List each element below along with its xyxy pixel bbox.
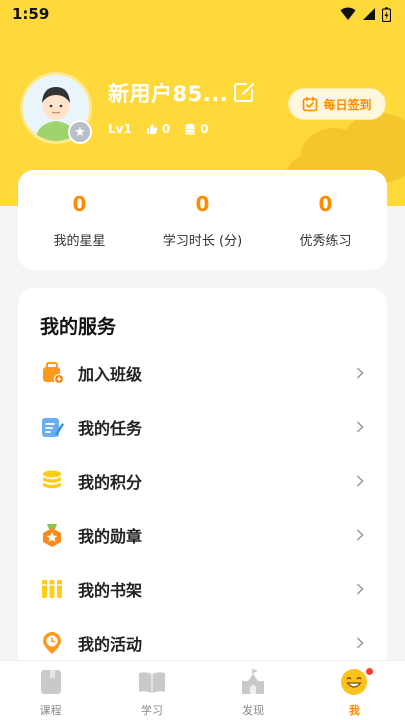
battery-icon [382, 6, 391, 22]
service-item-join-class[interactable]: 加入班级 [18, 346, 387, 400]
service-label: 我的书架 [78, 581, 143, 600]
tab-label: 课程 [39, 704, 62, 717]
signin-label: 每日签到 [323, 97, 372, 112]
tab-discover[interactable]: 发现 [203, 661, 304, 720]
medal-icon [43, 524, 61, 547]
task-icon [42, 418, 64, 437]
chevron-right-icon [356, 583, 364, 595]
stats-card: 0 我的星星 0 学习时长 (分) 0 优秀练习 [18, 170, 387, 270]
service-item-points[interactable]: 我的积分 [18, 454, 387, 508]
service-label: 加入班级 [78, 365, 143, 384]
points-icon [43, 470, 61, 489]
service-item-medals[interactable]: 我的勋章 [18, 508, 387, 562]
bottom-tab-bar: 课程 学习 发现 我 [0, 660, 405, 720]
bookshelf-icon [42, 580, 62, 598]
stat-study-time[interactable]: 0 学习时长 (分) [141, 170, 264, 270]
coin-stack-icon [185, 123, 195, 135]
coins-stat: 0 [184, 122, 209, 136]
stat-stars[interactable]: 0 我的星星 [18, 170, 141, 270]
daily-signin-button[interactable]: 每日签到 [288, 88, 386, 120]
avatar-star-badge: ★ [68, 120, 92, 144]
likes-count: 0 [161, 122, 171, 136]
edit-icon[interactable] [232, 80, 256, 104]
tab-label: 发现 [242, 704, 265, 717]
service-label: 我的勋章 [78, 527, 143, 546]
castle-icon [242, 669, 265, 694]
status-bar: 1:59 [0, 0, 405, 28]
service-label: 我的活动 [78, 635, 143, 654]
open-book-icon [138, 672, 165, 693]
calendar-check-icon [303, 96, 318, 112]
username: 新用户85... [108, 82, 229, 106]
notification-dot [364, 667, 374, 676]
service-label: 我的任务 [78, 419, 143, 438]
tab-label: 学习 [140, 704, 163, 717]
chevron-right-icon [356, 421, 364, 433]
services-card: 我的服务 加入班级 我的任务 我的积分 我的勋章 我的书架 我的活动 [18, 288, 387, 688]
service-label: 我的积分 [78, 473, 143, 492]
level-label: Lv1 [108, 122, 132, 136]
join-class-icon [43, 362, 64, 385]
tab-me[interactable]: 我 [304, 661, 405, 720]
bookmark-book-icon [40, 670, 61, 694]
stat-label: 我的星星 [53, 233, 106, 249]
stat-excellent-practice[interactable]: 0 优秀练习 [264, 170, 387, 270]
wifi-icon [340, 7, 356, 20]
signal-icon [363, 8, 375, 20]
stat-label: 优秀练习 [299, 233, 352, 249]
chevron-right-icon [356, 367, 364, 379]
service-item-bookshelf[interactable]: 我的书架 [18, 562, 387, 616]
chevron-right-icon [356, 637, 364, 649]
service-item-tasks[interactable]: 我的任务 [18, 400, 387, 454]
chevron-right-icon [356, 475, 364, 487]
stat-label: 学习时长 (分) [162, 233, 243, 249]
coins-count: 0 [200, 122, 209, 136]
status-time: 1:59 [12, 5, 50, 23]
status-icons [340, 6, 391, 22]
tab-label: 我 [348, 704, 360, 717]
services-title: 我的服务 [40, 316, 117, 338]
likes-stat: 0 [146, 122, 170, 136]
activity-icon [43, 632, 61, 654]
stat-value: 0 [195, 191, 210, 216]
stat-value: 0 [72, 191, 87, 216]
tab-courses[interactable]: 课程 [0, 661, 101, 720]
profile-stats-row: Lv1 0 0 [108, 122, 209, 136]
thumbs-up-icon [146, 124, 158, 134]
chevron-right-icon [356, 529, 364, 541]
tab-study[interactable]: 学习 [101, 661, 202, 720]
stat-value: 0 [318, 191, 333, 216]
